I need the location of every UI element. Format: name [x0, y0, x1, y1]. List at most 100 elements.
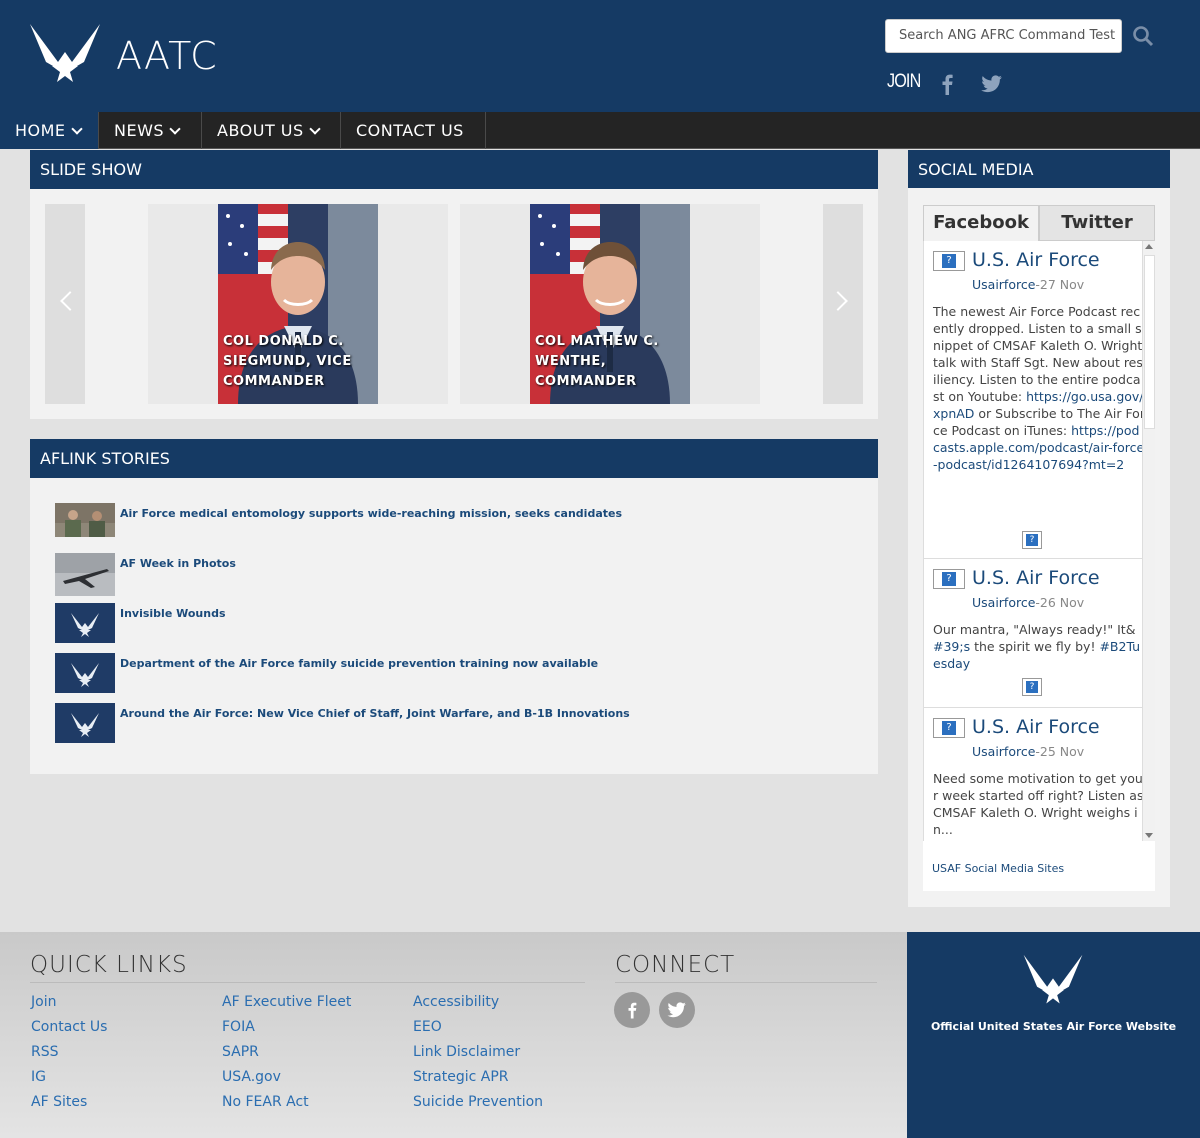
nav-home-label: HOME	[15, 121, 66, 140]
post-meta: Usairforce-25 Nov	[972, 744, 1084, 759]
slide-item[interactable]: COL DONALD C. SIEGMUND, VICE COMMANDER	[148, 204, 448, 404]
broken-image-icon: ?	[933, 251, 965, 271]
nav-about-us[interactable]: ABOUT US	[202, 112, 341, 149]
nav-news[interactable]: NEWS	[99, 112, 202, 149]
post-link[interactable]: #39;s	[933, 639, 970, 654]
post-author[interactable]: U.S. Air Force	[972, 249, 1100, 271]
post-author[interactable]: U.S. Air Force	[972, 567, 1100, 589]
post-meta: Usairforce-26 Nov	[972, 595, 1084, 610]
connect-facebook-button[interactable]	[614, 992, 650, 1028]
facebook-feed[interactable]: ? U.S. Air Force Usairforce-27 Nov The n…	[923, 241, 1155, 841]
social-heading: SOCIAL MEDIA	[908, 150, 1170, 189]
footer-link-link-disclaimer[interactable]: Link Disclaimer	[413, 1044, 520, 1060]
feed-post: ? U.S. Air Force Usairforce-25 Nov Need …	[924, 708, 1145, 841]
chevron-left-icon	[60, 291, 80, 311]
story-title[interactable]: Around the Air Force: New Vice Chief of …	[120, 707, 630, 720]
story-title[interactable]: Department of the Air Force family suici…	[120, 657, 598, 670]
post-text: Need some motivation to get your week st…	[933, 770, 1145, 838]
broken-image-icon[interactable]: ?	[1022, 531, 1042, 549]
lab-photo-thumbnail	[55, 503, 115, 537]
story-title[interactable]: Air Force medical entomology supports wi…	[120, 507, 622, 520]
main-nav: HOME NEWS ABOUT US CONTACT US	[0, 112, 1200, 149]
broken-image-icon: ?	[933, 569, 965, 589]
footer-link-suicide-prevention[interactable]: Suicide Prevention	[413, 1094, 543, 1110]
footer-link-foia[interactable]: FOIA	[222, 1019, 255, 1035]
facebook-icon	[628, 1002, 637, 1019]
chevron-down-icon	[70, 123, 83, 135]
search-input[interactable]: Search ANG AFRC Command Test	[885, 19, 1122, 53]
post-text: Our mantra, "Always ready!" It& #39;s the…	[933, 621, 1145, 672]
tab-facebook[interactable]: Facebook	[923, 205, 1039, 241]
af-symbol-thumbnail	[55, 703, 115, 743]
footer-link-no-fear-act[interactable]: No FEAR Act	[222, 1094, 309, 1110]
footer-link-eeo[interactable]: EEO	[413, 1019, 442, 1035]
footer-link-usa-gov[interactable]: USA.gov	[222, 1069, 281, 1085]
nav-contact-us-label: CONTACT US	[356, 121, 464, 140]
twitter-icon[interactable]	[981, 75, 1003, 93]
post-handle[interactable]: Usairforce	[972, 277, 1035, 292]
site-title[interactable]: AATC	[116, 34, 218, 78]
post-body: Our mantra, "Always ready!" It&	[933, 622, 1136, 637]
story-title[interactable]: Invisible Wounds	[120, 607, 226, 620]
af-symbol-thumbnail	[55, 603, 115, 643]
quick-links-title: QUICK LINKS	[30, 952, 188, 978]
nav-about-us-label: ABOUT US	[217, 121, 304, 140]
scroll-up-icon[interactable]	[1145, 244, 1153, 249]
post-text: The newest Air Force Podcast recently dr…	[933, 303, 1145, 473]
footer-link-accessibility[interactable]: Accessibility	[413, 994, 499, 1010]
usaf-social-media-link[interactable]: USAF Social Media Sites	[932, 862, 1064, 875]
slide-caption: COL DONALD C. SIEGMUND, VICE COMMANDER	[223, 334, 352, 389]
chevron-right-icon	[828, 291, 848, 311]
divider	[615, 982, 877, 983]
site-header: AATC Search ANG AFRC Command Test JOIN	[0, 0, 1200, 112]
feed-scrollbar[interactable]	[1142, 241, 1155, 841]
post-date: -25 Nov	[1035, 744, 1085, 759]
footer-link-af-sites[interactable]: AF Sites	[31, 1094, 87, 1110]
footer-link-ig[interactable]: IG	[31, 1069, 46, 1085]
chevron-down-icon	[169, 123, 181, 135]
slide-caption: COL MATHEW C. WENTHE, COMMANDER	[535, 334, 659, 389]
slide-next-button[interactable]	[823, 204, 863, 404]
facebook-icon[interactable]	[938, 73, 956, 95]
footer-link-join[interactable]: Join	[31, 994, 56, 1010]
post-meta: Usairforce-27 Nov	[972, 277, 1084, 292]
post-date: -27 Nov	[1035, 277, 1085, 292]
connect-twitter-button[interactable]	[659, 992, 695, 1028]
divider	[30, 982, 585, 983]
aircraft-photo-thumbnail	[55, 553, 115, 596]
af-logo-icon[interactable]	[1022, 953, 1084, 1007]
stories-heading: AFLINK STORIES	[30, 439, 878, 478]
footer-link-rss[interactable]: RSS	[31, 1044, 59, 1060]
footer-link-strategic-apr[interactable]: Strategic APR	[413, 1069, 508, 1085]
story-title[interactable]: AF Week in Photos	[120, 557, 236, 570]
slideshow-heading: SLIDE SHOW	[30, 150, 878, 189]
scroll-thumb[interactable]	[1144, 255, 1155, 429]
broken-image-icon[interactable]: ?	[1022, 678, 1042, 696]
slide-item[interactable]: COL MATHEW C. WENTHE, COMMANDER	[460, 204, 760, 404]
scroll-down-icon[interactable]	[1145, 833, 1153, 838]
join-link[interactable]: JOIN	[887, 71, 921, 93]
social-footer: USAF Social Media Sites	[923, 841, 1155, 891]
footer-link-contact-us[interactable]: Contact Us	[31, 1019, 107, 1035]
nav-home[interactable]: HOME	[0, 112, 99, 149]
search-icon[interactable]	[1131, 24, 1155, 48]
af-logo-icon[interactable]	[28, 22, 102, 86]
footer-link-af-executive-fleet[interactable]: AF Executive Fleet	[222, 994, 351, 1010]
footer-link-sapr[interactable]: SAPR	[222, 1044, 259, 1060]
feed-post: ? U.S. Air Force Usairforce-27 Nov The n…	[924, 241, 1145, 559]
nav-contact-us[interactable]: CONTACT US	[341, 112, 486, 149]
feed-post: ? U.S. Air Force Usairforce-26 Nov Our m…	[924, 559, 1142, 708]
tab-twitter[interactable]: Twitter	[1039, 205, 1155, 241]
post-handle[interactable]: Usairforce	[972, 595, 1035, 610]
slide-prev-button[interactable]	[45, 204, 85, 404]
chevron-down-icon	[309, 123, 321, 135]
post-author[interactable]: U.S. Air Force	[972, 716, 1100, 738]
nav-news-label: NEWS	[114, 121, 165, 140]
broken-image-icon: ?	[933, 718, 965, 738]
twitter-icon	[667, 1002, 686, 1018]
official-af-website-link[interactable]: Official United States Air Force Website	[907, 1020, 1200, 1033]
post-handle[interactable]: Usairforce	[972, 744, 1035, 759]
stories-body	[30, 478, 878, 774]
af-symbol-thumbnail	[55, 653, 115, 693]
post-body: Need some motivation to get your week st…	[933, 771, 1144, 837]
